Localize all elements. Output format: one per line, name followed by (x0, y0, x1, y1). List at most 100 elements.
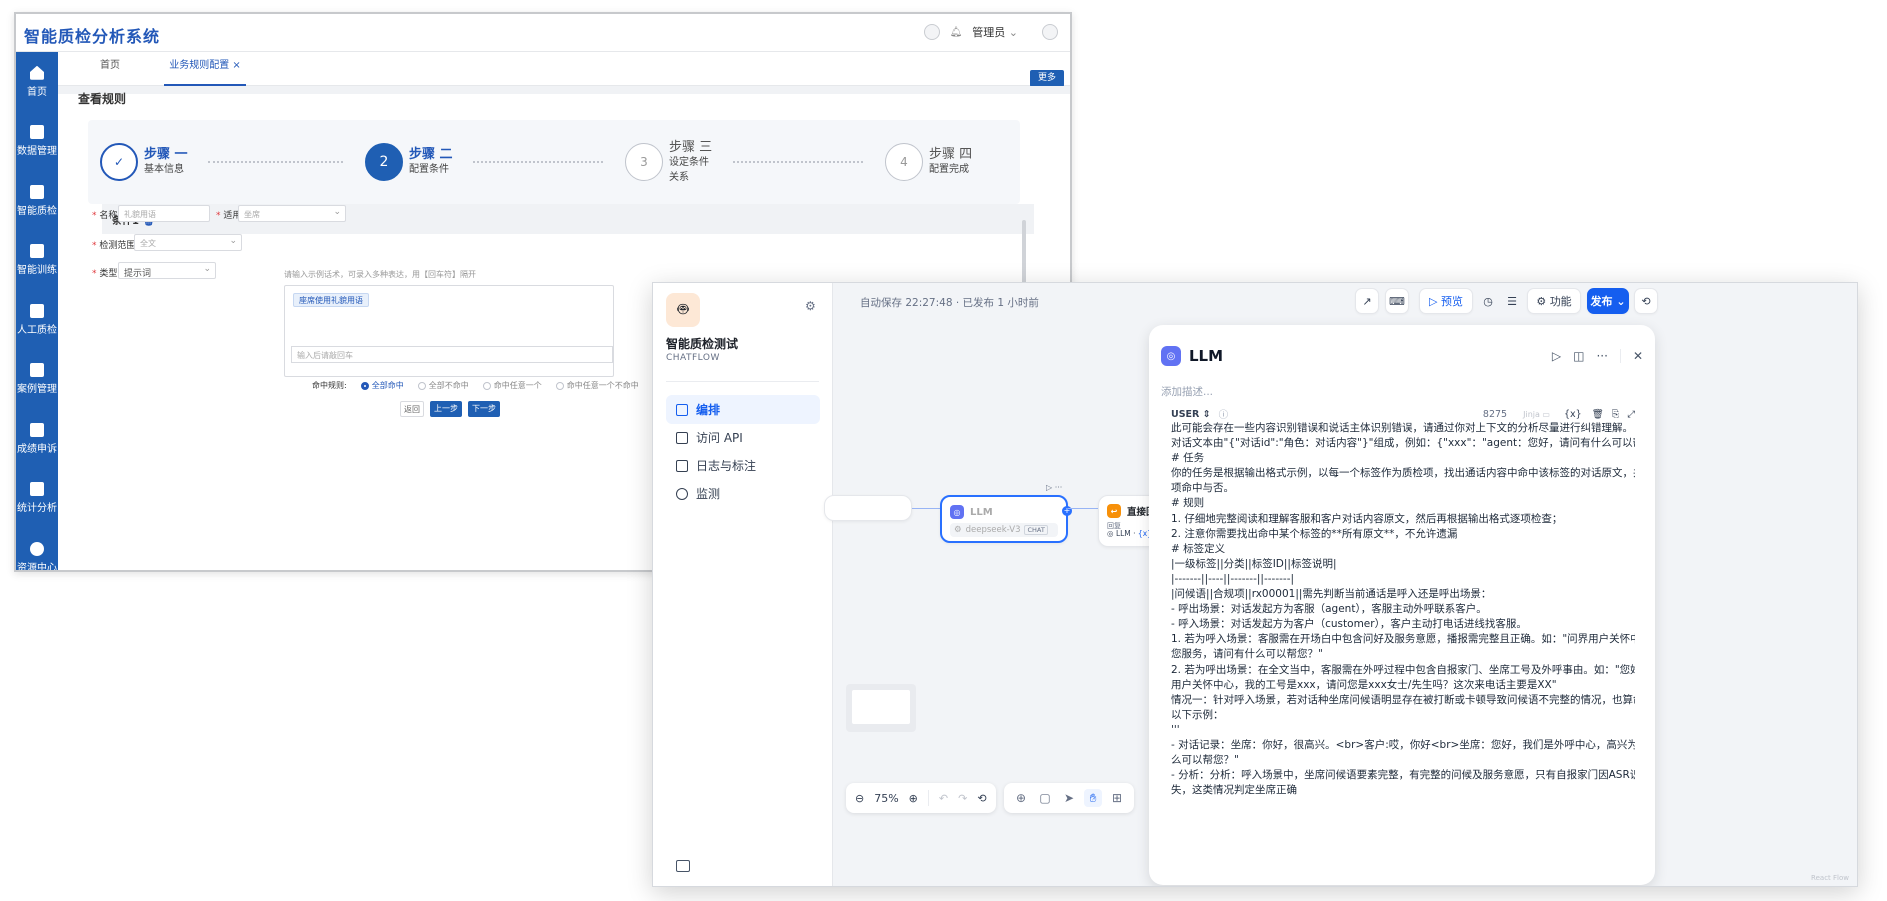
expand-icon[interactable]: ⤢ (1627, 409, 1635, 420)
reply-icon: ↩ (1107, 504, 1121, 518)
close-icon[interactable]: × (232, 60, 240, 71)
radio-any-hit[interactable]: 命中任意一个 (482, 380, 542, 391)
sidebar-toggle-icon[interactable] (676, 860, 690, 872)
version-history-icon[interactable]: ⟲ (1634, 288, 1658, 314)
scope-select[interactable]: 全文 ⌄ (134, 234, 242, 251)
split-view-icon[interactable]: ◫ (1573, 349, 1584, 363)
keyword-box[interactable]: 座席使用礼貌用语 输入后请敲回车 (284, 285, 614, 377)
layout-icon[interactable]: ⊞ (1108, 789, 1126, 807)
role-select[interactable]: 坐席 ⌄ (238, 205, 346, 222)
history-icon[interactable]: ⟲ (977, 792, 986, 805)
keyword-input[interactable]: 输入后请敲回车 (291, 346, 613, 363)
note-icon[interactable]: ▢ (1036, 789, 1054, 807)
play-icon[interactable]: ▷ (1552, 349, 1561, 363)
nav-item-logs[interactable]: 日志与标注 (666, 451, 820, 480)
document-icon (30, 303, 44, 318)
upstream-node[interactable] (824, 495, 912, 521)
robot-icon[interactable]: 🤖︎ (666, 293, 700, 327)
feature-button[interactable]: ⚙︎ 功能 (1527, 288, 1581, 314)
type-select[interactable]: 提示词 ⌄ (118, 262, 216, 279)
step-text: 步骤 四配置完成 (929, 147, 991, 177)
tab-home[interactable]: 首页 (100, 52, 120, 86)
chevron-down-icon: ⌄ (229, 236, 237, 246)
model-name: deepseek-V3 (965, 525, 1021, 535)
radio-any-not-hit[interactable]: 命中任意一个不命中 (555, 380, 639, 391)
sidebar-item-cases[interactable]: 案例管理 (16, 350, 58, 410)
undo-icon[interactable]: ↶ (939, 792, 948, 805)
name-field[interactable]: 礼貌用语 (118, 205, 210, 222)
sidebar-item-home[interactable]: 首页 (16, 52, 58, 112)
more-button[interactable]: 更多 (1030, 70, 1064, 87)
preview-button[interactable]: ▷ 预览 (1419, 288, 1473, 314)
run-history-icon[interactable]: ◷ (1476, 288, 1500, 314)
keyword-tag[interactable]: 座席使用礼貌用语 (293, 293, 369, 307)
minimap[interactable] (846, 684, 916, 732)
panel-title[interactable]: LLM (1189, 347, 1223, 365)
role-value: USER (1171, 408, 1200, 420)
sidebar-item-stats[interactable]: 统计分析 (16, 469, 58, 529)
close-icon[interactable]: ✕ (1633, 349, 1643, 363)
qc-topbar-right: 🔔︎ 管理员 ⌄ (923, 24, 1058, 40)
radio-all-hit[interactable]: 全部命中 (360, 380, 404, 391)
llm-node[interactable]: ◎ LLM ⚙︎ deepseek-V3 CHAT + (940, 495, 1072, 543)
radio-label: 命中任意一个 (493, 381, 542, 390)
avatar[interactable] (923, 24, 940, 40)
user-menu[interactable]: 管理员 ⌄ (972, 24, 1018, 40)
step-1[interactable]: ✓ 步骤 一基本信息 (100, 120, 206, 204)
tab-business-rules[interactable]: 业务规则配置 × (164, 52, 246, 86)
pointer-icon[interactable]: ➤ (1060, 789, 1078, 807)
zoom-in-icon[interactable]: ⊕ (909, 792, 918, 805)
hand-icon[interactable]: ✋︎ (1084, 789, 1102, 807)
sidebar-item-smart-qc[interactable]: 智能质检 (16, 171, 58, 231)
sidebar-item-appeal[interactable]: 成绩申诉 (16, 409, 58, 469)
more-icon[interactable]: ··· (1596, 349, 1607, 363)
trash-icon[interactable]: 🗑︎ (1592, 409, 1604, 420)
qc-topbar: 智能质检分析系统 🔔︎ 管理员 ⌄ (16, 14, 1070, 52)
role-select[interactable]: USER ⇕ (1171, 409, 1211, 420)
panel-actions: ▷ ◫ ··· ✕ (1552, 349, 1643, 363)
publish-button[interactable]: 发布 ⌄ (1587, 288, 1629, 314)
power-icon[interactable] (1042, 24, 1058, 40)
checklist-alt-icon[interactable]: ☰ (1500, 288, 1524, 314)
step-text: 步骤 一基本信息 (144, 147, 206, 177)
sidebar-item-data[interactable]: 数据管理 (16, 112, 58, 172)
variable-icon[interactable]: {x} (1564, 409, 1582, 420)
env-icon[interactable]: ⌨︎ (1385, 288, 1409, 314)
jinja-toggle[interactable]: Jinja ▭ (1523, 410, 1550, 419)
nav-item-monitor[interactable]: 监测 (666, 479, 820, 508)
description-input[interactable]: 添加描述... (1161, 384, 1213, 399)
redo-icon[interactable]: ↷ (958, 792, 967, 805)
bell-icon[interactable]: 🔔︎ (950, 27, 963, 38)
node-actions[interactable]: ▷ ··· (1046, 483, 1062, 492)
nav-item-api[interactable]: 访问 API (666, 423, 820, 452)
gauge-icon (676, 487, 688, 500)
help-icon[interactable]: ⓘ (1219, 407, 1229, 421)
step-3[interactable]: 3 步骤 三设定条件关系 (625, 120, 715, 204)
sidebar-item-manual-qc[interactable]: 人工质检 (16, 290, 58, 350)
zoom-out-icon[interactable]: ⊖ (855, 792, 864, 805)
back-button[interactable]: 返回 (400, 401, 424, 417)
checklist-icon[interactable]: ↗ (1355, 288, 1379, 314)
copy-icon[interactable]: ⎘ (1612, 409, 1620, 420)
react-flow-attribution: React Flow (1811, 874, 1849, 882)
sidebar-item-training[interactable]: 智能训练 (16, 231, 58, 291)
radio-label: 全部命中 (371, 381, 404, 390)
sidebar-item-label: 数据管理 (17, 146, 57, 158)
next-step-button[interactable]: 下一步 (468, 401, 500, 417)
sidebar-item-label: 案例管理 (17, 384, 57, 396)
add-node-icon[interactable]: ⊕ (1012, 789, 1030, 807)
prev-step-button[interactable]: 上一步 (430, 401, 462, 417)
sidebar-item-resources[interactable]: 资源中心 (16, 528, 58, 570)
step-2[interactable]: 2 步骤 二配置条件 (365, 120, 471, 204)
step-subtitle: 设定条件关系 (669, 156, 709, 183)
divider (1619, 349, 1621, 363)
zoom-level[interactable]: 75% (874, 792, 898, 805)
nav-item-orchestrate[interactable]: 编排 (666, 395, 820, 424)
zoom-controls: ⊖ 75% ⊕ ↶ ↷ ⟲ (846, 783, 996, 813)
step-number: 4 (885, 143, 923, 181)
step-4[interactable]: 4 步骤 四配置完成 (885, 120, 991, 204)
settings-icon[interactable]: ⚙︎ (805, 299, 816, 313)
radio-none-hit[interactable]: 全部不命中 (417, 380, 469, 391)
prompt-editor[interactable]: 此可能会存在一些内容识别错误和说话主体识别错误，请通过你对上下文的分析尽量进行纠… (1171, 421, 1635, 885)
model-chip[interactable]: ⚙︎ deepseek-V3 CHAT (950, 523, 1058, 537)
